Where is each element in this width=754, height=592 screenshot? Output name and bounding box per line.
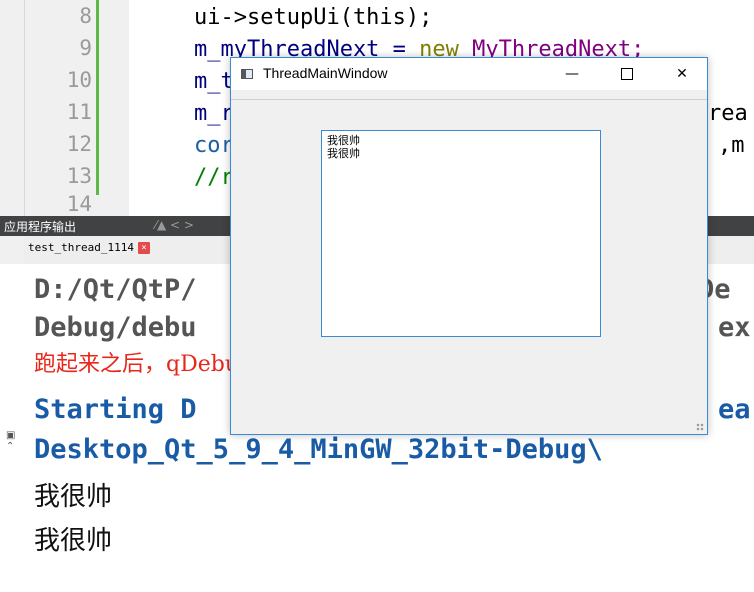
- tab-test-thread[interactable]: test_thread_1114 ×: [28, 241, 150, 254]
- code-line-11[interactable]: m_r: [194, 98, 234, 130]
- code-line-8[interactable]: ui->setupUi(this);: [194, 2, 432, 34]
- change-marker-bar: [96, 0, 99, 195]
- window-menu-bar: [231, 90, 707, 100]
- text-browser[interactable]: 我很帅 我很帅: [321, 130, 601, 337]
- output-desktop-line: Desktop_Qt_5_9_4_MinGW_32bit-Debug\: [34, 434, 603, 465]
- maximize-icon: [621, 68, 633, 80]
- line-number: 9: [79, 36, 92, 60]
- code-line-13[interactable]: //r: [194, 162, 234, 194]
- debug-output-line: 我很帅: [34, 482, 113, 512]
- output-starting-line: Starting D: [34, 394, 197, 425]
- window-title: ThreadMainWindow: [263, 65, 388, 81]
- line-number: 11: [66, 100, 92, 124]
- collapse-icon[interactable]: ▣ ⌃: [6, 430, 15, 452]
- text-browser-line: 我很帅: [327, 147, 360, 160]
- output-path-line: Debug/debu: [34, 312, 197, 343]
- minimize-button[interactable]: —: [549, 58, 595, 90]
- pane-nav-controls[interactable]: ⁄▲ < >: [155, 218, 194, 232]
- window-title-bar[interactable]: ThreadMainWindow — ✕: [231, 58, 707, 90]
- output-path-line: D:/Qt/QtP/: [34, 274, 197, 305]
- resize-grip-icon[interactable]: [696, 423, 704, 431]
- line-number: 14: [66, 192, 92, 216]
- close-button[interactable]: ✕: [659, 58, 705, 90]
- output-pane-title: 应用程序输出: [4, 220, 77, 234]
- code-line-10[interactable]: m_t: [194, 66, 234, 98]
- line-number: 12: [66, 132, 92, 156]
- line-number: 10: [66, 68, 92, 92]
- output-starting-line-tail: ea: [718, 394, 751, 425]
- code-line-12[interactable]: cor: [194, 130, 234, 162]
- close-icon[interactable]: ×: [137, 242, 150, 254]
- code-line-12-tail[interactable]: ,m: [718, 130, 745, 162]
- window-app-icon: [241, 69, 253, 79]
- code-line-11-tail[interactable]: rea: [708, 98, 748, 130]
- line-number: 8: [79, 4, 92, 28]
- maximize-button[interactable]: [604, 58, 650, 90]
- output-path-line-tail: ex: [718, 312, 751, 343]
- text-browser-line: 我很帅: [327, 134, 360, 147]
- debug-output-line: 我很帅: [34, 526, 113, 556]
- thread-main-window[interactable]: ThreadMainWindow — ✕ 我很帅 我很帅: [230, 57, 708, 435]
- tab-label: test_thread_1114: [28, 241, 134, 254]
